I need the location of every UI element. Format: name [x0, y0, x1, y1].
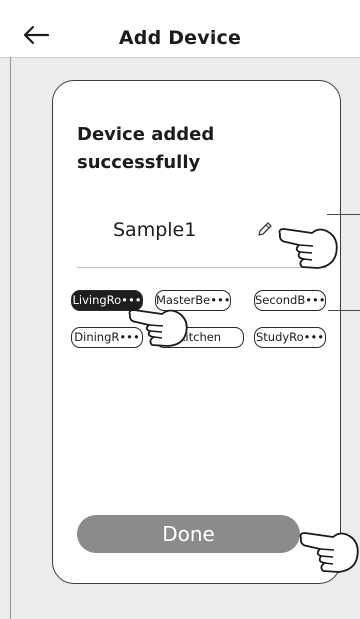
callout-line-rooms — [328, 310, 360, 311]
callout-line-name — [327, 214, 360, 215]
frame-edge-line — [10, 57, 11, 619]
page-title: Add Device — [118, 27, 242, 49]
device-name: Sample1 — [113, 219, 197, 241]
done-button[interactable]: Done — [77, 515, 300, 553]
room-chip-master-bedroom[interactable]: MasterBe••• — [155, 290, 231, 311]
app-frame: Add Device Device added successfully Sam… — [0, 0, 360, 619]
success-message: Device added successfully — [77, 124, 215, 173]
pencil-icon[interactable] — [255, 219, 275, 239]
header-bar: Add Device — [0, 0, 360, 58]
room-chip-dining-room[interactable]: DiningR••• — [71, 327, 143, 348]
room-chip-second-bedroom[interactable]: SecondB••• — [254, 290, 326, 311]
name-divider — [77, 267, 327, 268]
room-chip-kitchen[interactable]: Kitchen — [155, 327, 244, 348]
room-chip-study-room[interactable]: StudyRo••• — [254, 327, 326, 348]
room-chip-living-room[interactable]: LivingRo••• — [71, 290, 143, 311]
